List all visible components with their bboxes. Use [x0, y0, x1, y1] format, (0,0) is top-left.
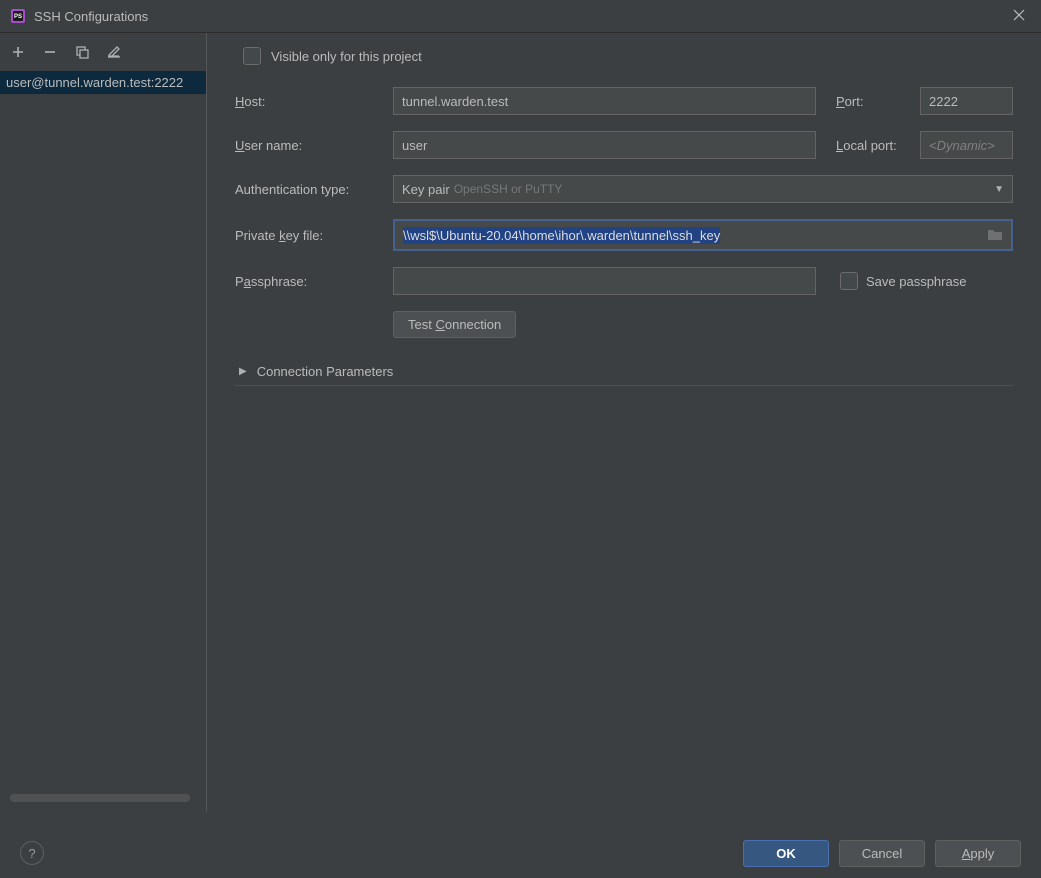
dialog-footer: ? OK Cancel Apply — [0, 828, 1041, 878]
visible-only-label: Visible only for this project — [271, 49, 422, 64]
window-title: SSH Configurations — [34, 9, 1007, 24]
save-passphrase-checkbox[interactable] — [840, 272, 858, 290]
port-label: Port: — [826, 94, 910, 109]
chevron-right-icon: ▶ — [235, 366, 247, 377]
apply-button[interactable]: Apply — [935, 840, 1021, 867]
port-input[interactable] — [920, 87, 1013, 115]
config-list-item[interactable]: user@tunnel.warden.test:2222 — [0, 71, 206, 94]
close-icon[interactable] — [1007, 4, 1031, 28]
visible-only-checkbox[interactable] — [243, 47, 261, 65]
svg-text:PS: PS — [14, 14, 22, 20]
test-connection-button[interactable]: Test Connection — [393, 311, 516, 338]
ok-button[interactable]: OK — [743, 840, 829, 867]
connection-parameters-label: Connection Parameters — [257, 364, 394, 379]
edit-icon[interactable] — [104, 42, 124, 62]
add-icon[interactable] — [8, 42, 28, 62]
private-key-input[interactable]: \\wsl$\Ubuntu-20.04\home\ihor\.warden\tu… — [393, 219, 1013, 251]
sidebar-toolbar — [0, 33, 206, 71]
auth-type-hint: OpenSSH or PuTTY — [454, 182, 563, 196]
connection-parameters-expander[interactable]: ▶ Connection Parameters — [235, 358, 1013, 386]
form-panel: Visible only for this project Host: Port… — [207, 33, 1041, 812]
copy-icon[interactable] — [72, 42, 92, 62]
auth-type-select[interactable]: Key pair OpenSSH or PuTTY ▼ — [393, 175, 1013, 203]
browse-folder-icon[interactable] — [987, 227, 1003, 244]
host-label: Host: — [235, 94, 383, 109]
auth-type-value: Key pair — [402, 182, 450, 197]
local-port-label: Local port: — [826, 138, 910, 153]
config-list[interactable]: user@tunnel.warden.test:2222 — [0, 71, 206, 812]
local-port-input[interactable] — [920, 131, 1013, 159]
passphrase-label: Passphrase: — [235, 274, 383, 289]
horizontal-scrollbar[interactable] — [10, 794, 190, 802]
private-key-label: Private key file: — [235, 228, 383, 243]
sidebar: user@tunnel.warden.test:2222 — [0, 33, 207, 812]
cancel-button[interactable]: Cancel — [839, 840, 925, 867]
auth-type-label: Authentication type: — [235, 182, 383, 197]
help-icon[interactable]: ? — [20, 841, 44, 865]
remove-icon[interactable] — [40, 42, 60, 62]
chevron-down-icon: ▼ — [994, 184, 1004, 195]
username-input[interactable] — [393, 131, 816, 159]
private-key-value: \\wsl$\Ubuntu-20.04\home\ihor\.warden\tu… — [403, 227, 720, 244]
host-input[interactable] — [393, 87, 816, 115]
passphrase-input[interactable] — [393, 267, 816, 295]
username-label: User name: — [235, 138, 383, 153]
save-passphrase-label: Save passphrase — [866, 274, 966, 289]
app-icon: PS — [10, 8, 26, 24]
